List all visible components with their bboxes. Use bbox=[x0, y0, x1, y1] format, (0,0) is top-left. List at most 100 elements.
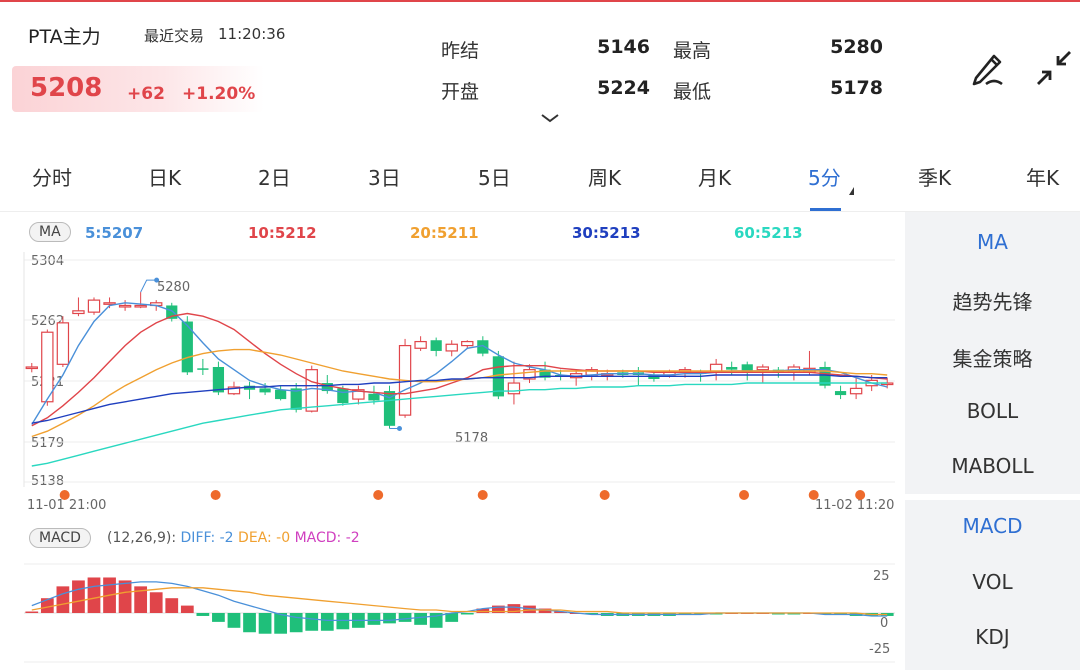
candle-body bbox=[25, 366, 38, 370]
macd-histogram-bar bbox=[165, 598, 179, 613]
low-marker-dot bbox=[397, 426, 403, 432]
sidebar-item-trend[interactable]: 趋势先锋 bbox=[905, 286, 1080, 315]
last-trade-label: 最近交易 bbox=[144, 27, 205, 45]
candle-body bbox=[305, 369, 318, 412]
candle-body bbox=[507, 382, 521, 395]
dropdown-triangle-icon[interactable] bbox=[849, 187, 854, 195]
candle-body bbox=[134, 304, 147, 308]
macd-histogram-bar bbox=[398, 613, 412, 622]
ma20-line bbox=[31, 348, 888, 438]
sidebar-item-macd[interactable]: MACD bbox=[905, 514, 1080, 538]
macd-histogram-bar bbox=[72, 580, 85, 613]
macd-histogram-bar bbox=[274, 613, 288, 634]
signal-dot bbox=[739, 490, 750, 500]
macd-histogram-bar bbox=[180, 605, 194, 613]
candle-body bbox=[212, 366, 225, 393]
candle-body bbox=[414, 340, 427, 349]
candle-body bbox=[337, 388, 349, 404]
low-label: 最低 bbox=[673, 81, 712, 103]
tab-monthly-k[interactable]: 月K bbox=[698, 162, 731, 191]
sidebar-item-boll[interactable]: BOLL bbox=[905, 399, 1080, 423]
macd-histogram-bar bbox=[212, 613, 225, 622]
sidebar-item-vol[interactable]: VOL bbox=[905, 570, 1080, 594]
candle-body bbox=[118, 304, 132, 308]
macd-histogram-bar bbox=[56, 586, 70, 613]
last-trade-time: 11:20:36 bbox=[218, 25, 286, 43]
open-value: 5224 bbox=[597, 77, 650, 99]
macd-histogram-bar bbox=[87, 577, 101, 613]
contract-title: PTA主力 bbox=[28, 26, 101, 48]
prev-settle-value: 5146 bbox=[597, 36, 650, 58]
macd-histogram-bar bbox=[149, 592, 163, 613]
signal-dot bbox=[373, 490, 384, 500]
macd-histogram-bar bbox=[367, 613, 381, 625]
candle-body bbox=[368, 393, 380, 401]
sidebar-item-maboll[interactable]: MABOLL bbox=[905, 454, 1080, 478]
high-marker-leader bbox=[140, 279, 157, 293]
candle-body bbox=[430, 340, 442, 351]
current-price: 5208 bbox=[30, 73, 103, 103]
signal-dot bbox=[477, 490, 488, 500]
indicator-sidebar: MA 趋势先锋 集金策略 BOLL MABOLL MACD VOL KDJ bbox=[905, 212, 1080, 670]
macd-histogram-bar bbox=[336, 613, 350, 630]
low-value: 5178 bbox=[830, 77, 883, 99]
tab-5-day[interactable]: 5日 bbox=[478, 162, 511, 191]
price-change: +62 bbox=[127, 84, 165, 104]
macd-histogram-bar bbox=[258, 613, 272, 634]
candle-body bbox=[197, 368, 209, 370]
candle-body bbox=[726, 366, 738, 370]
macd-histogram-bar bbox=[320, 613, 334, 631]
tab-daily-k[interactable]: 日K bbox=[148, 162, 181, 191]
kline-chart[interactable] bbox=[0, 212, 905, 670]
signal-dot bbox=[59, 490, 70, 500]
sidebar-item-ma[interactable]: MA bbox=[905, 230, 1080, 254]
candle-body bbox=[834, 391, 847, 396]
candle-body bbox=[72, 310, 85, 315]
sidebar-item-kdj[interactable]: KDJ bbox=[905, 625, 1080, 649]
tab-quarterly-k[interactable]: 季K bbox=[918, 162, 951, 191]
tab-5-minute[interactable]: 5分 bbox=[808, 162, 841, 191]
candle-body bbox=[259, 388, 271, 393]
candle-body bbox=[41, 331, 54, 403]
macd-histogram-bar bbox=[460, 613, 474, 615]
macd-histogram-bar bbox=[289, 613, 303, 633]
candle-body bbox=[56, 322, 70, 365]
price-change-percent: +1.20% bbox=[182, 84, 256, 104]
macd-histogram-bar bbox=[227, 613, 241, 628]
macd-histogram-bar bbox=[118, 580, 132, 613]
candle-body bbox=[275, 389, 287, 400]
sidebar-divider bbox=[905, 494, 1080, 500]
high-label: 最高 bbox=[673, 40, 712, 62]
tab-yearly-k[interactable]: 年K bbox=[1026, 162, 1059, 191]
tab-2-day[interactable]: 2日 bbox=[258, 162, 291, 191]
signal-dot bbox=[210, 490, 221, 500]
candle-body bbox=[461, 340, 474, 347]
candle-body bbox=[756, 366, 769, 371]
macd-histogram-bar bbox=[243, 613, 256, 633]
period-tabs: 分时 日K 2日 3日 5日 周K 月K 5分 季K 年K bbox=[0, 148, 1080, 211]
signal-dot bbox=[855, 490, 866, 500]
high-marker-dot bbox=[154, 277, 160, 283]
candle-body bbox=[103, 302, 116, 305]
draw-pen-icon[interactable] bbox=[966, 46, 1010, 90]
signal-dot bbox=[599, 490, 610, 500]
tab-weekly-k[interactable]: 周K bbox=[588, 162, 621, 191]
sidebar-item-strategy[interactable]: 集金策略 bbox=[905, 343, 1080, 372]
top-accent-line bbox=[0, 0, 1080, 2]
prev-settle-label: 昨结 bbox=[441, 40, 480, 62]
open-label: 开盘 bbox=[441, 81, 480, 103]
high-value: 5280 bbox=[830, 36, 883, 58]
candle-body bbox=[445, 343, 458, 352]
macd-histogram-bar bbox=[196, 613, 210, 616]
candle-body bbox=[87, 299, 101, 313]
signal-dot bbox=[808, 490, 819, 500]
tab-intraday[interactable]: 分时 bbox=[32, 162, 72, 191]
chevron-down-icon[interactable] bbox=[540, 112, 560, 124]
macd-histogram-bar bbox=[305, 613, 319, 631]
collapse-arrows-icon[interactable] bbox=[1032, 46, 1076, 90]
macd-histogram-bar bbox=[25, 611, 39, 613]
tab-3-day[interactable]: 3日 bbox=[368, 162, 401, 191]
macd-histogram-bar bbox=[383, 613, 396, 624]
macd-histogram-bar bbox=[414, 613, 427, 625]
ma30-line bbox=[31, 374, 888, 424]
